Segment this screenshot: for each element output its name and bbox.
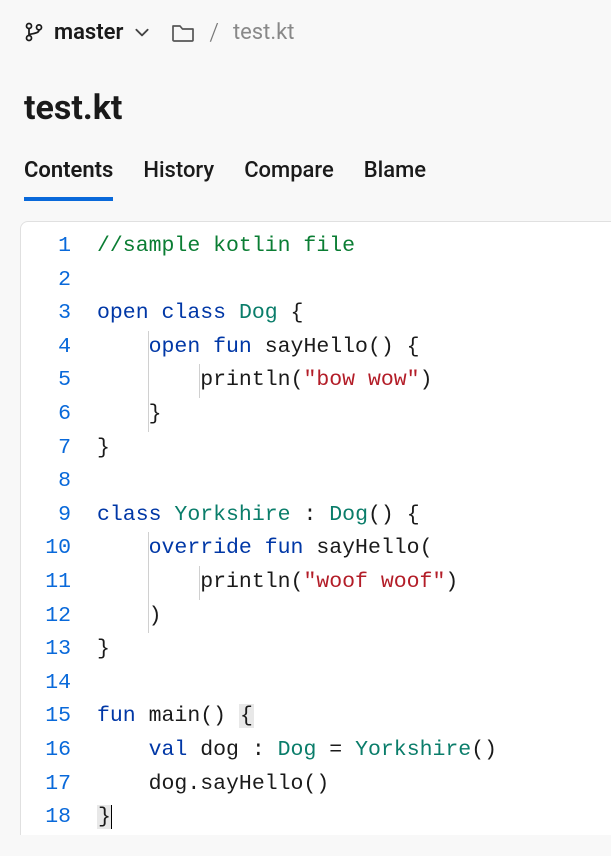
line-number: 17 bbox=[21, 768, 97, 802]
code-lines[interactable]: 1//sample kotlin file23open class Dog {4… bbox=[21, 222, 611, 835]
line-content: override fun sayHello( bbox=[97, 532, 432, 566]
tab-compare[interactable]: Compare bbox=[244, 158, 334, 201]
line-number: 8 bbox=[21, 465, 97, 499]
breadcrumb: / test.kt bbox=[171, 18, 294, 46]
breadcrumb-separator: / bbox=[209, 18, 219, 46]
line-number: 15 bbox=[21, 700, 97, 734]
line-content: } bbox=[97, 432, 110, 466]
line-content: fun main() { bbox=[97, 700, 254, 734]
folder-icon[interactable] bbox=[171, 22, 195, 42]
git-branch-icon bbox=[24, 21, 44, 43]
code-panel: 1//sample kotlin file23open class Dog {4… bbox=[20, 221, 611, 835]
code-line[interactable]: 15fun main() { bbox=[21, 700, 611, 734]
chevron-down-icon bbox=[133, 23, 151, 41]
code-line[interactable]: 12 ) bbox=[21, 600, 611, 634]
code-line[interactable]: 2 bbox=[21, 264, 611, 298]
line-content: ) bbox=[97, 600, 162, 634]
code-line[interactable]: 6 } bbox=[21, 398, 611, 432]
code-line[interactable]: 8 bbox=[21, 465, 611, 499]
line-number: 4 bbox=[21, 331, 97, 365]
line-content: val dog : Dog = Yorkshire() bbox=[97, 734, 497, 768]
code-line[interactable]: 5 println("bow wow") bbox=[21, 364, 611, 398]
code-line[interactable]: 18}​ bbox=[21, 801, 611, 835]
code-line[interactable]: 7} bbox=[21, 432, 611, 466]
line-number: 14 bbox=[21, 667, 97, 701]
code-line[interactable]: 1//sample kotlin file bbox=[21, 230, 611, 264]
line-number: 12 bbox=[21, 600, 97, 634]
line-number: 13 bbox=[21, 633, 97, 667]
branch-selector[interactable]: master bbox=[24, 20, 151, 45]
tab-contents[interactable]: Contents bbox=[24, 158, 113, 201]
code-line[interactable]: 11 println("woof woof") bbox=[21, 566, 611, 600]
line-number: 16 bbox=[21, 734, 97, 768]
code-line[interactable]: 4 open fun sayHello() { bbox=[21, 331, 611, 365]
line-number: 10 bbox=[21, 532, 97, 566]
line-content: } bbox=[97, 398, 162, 432]
line-content: open fun sayHello() { bbox=[97, 331, 420, 365]
line-content: //sample kotlin file bbox=[97, 230, 355, 264]
line-content: open class Dog { bbox=[97, 297, 303, 331]
line-number: 18 bbox=[21, 801, 97, 835]
tabs: Contents History Compare Blame bbox=[0, 136, 611, 201]
code-line[interactable]: 17 dog.sayHello() bbox=[21, 768, 611, 802]
line-number: 11 bbox=[21, 566, 97, 600]
code-line[interactable]: 9class Yorkshire : Dog() { bbox=[21, 499, 611, 533]
breadcrumb-file: test.kt bbox=[233, 20, 295, 45]
code-line[interactable]: 14 bbox=[21, 667, 611, 701]
line-content: } bbox=[97, 633, 110, 667]
line-content: }​ bbox=[97, 801, 112, 835]
line-number: 9 bbox=[21, 499, 97, 533]
line-content: class Yorkshire : Dog() { bbox=[97, 499, 420, 533]
line-number: 5 bbox=[21, 364, 97, 398]
line-content: println("woof woof") bbox=[97, 566, 458, 600]
line-content: dog.sayHello() bbox=[97, 768, 329, 802]
page-title: test.kt bbox=[0, 64, 611, 136]
code-line[interactable]: 3open class Dog { bbox=[21, 297, 611, 331]
line-number: 2 bbox=[21, 264, 97, 298]
tab-blame[interactable]: Blame bbox=[364, 158, 426, 201]
code-line[interactable]: 13} bbox=[21, 633, 611, 667]
line-number: 7 bbox=[21, 432, 97, 466]
branch-name: master bbox=[54, 20, 123, 45]
tab-history[interactable]: History bbox=[143, 158, 214, 201]
code-line[interactable]: 10 override fun sayHello( bbox=[21, 532, 611, 566]
line-number: 1 bbox=[21, 230, 97, 264]
line-number: 6 bbox=[21, 398, 97, 432]
line-number: 3 bbox=[21, 297, 97, 331]
line-content: println("bow wow") bbox=[97, 364, 432, 398]
code-line[interactable]: 16 val dog : Dog = Yorkshire() bbox=[21, 734, 611, 768]
